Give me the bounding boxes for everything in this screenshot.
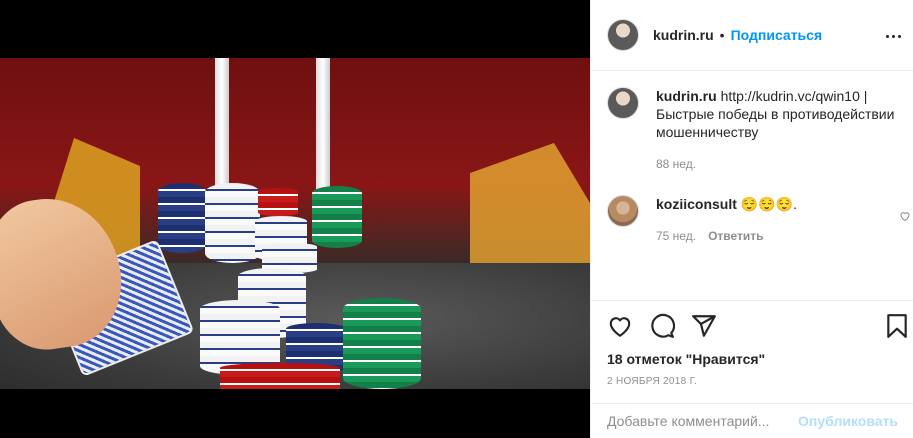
comment-text: 😌😌😌.	[740, 196, 797, 212]
post-date[interactable]: 2 НОЯБРЯ 2018 Г.	[607, 376, 898, 387]
more-options-icon[interactable]	[881, 24, 905, 48]
likes-count[interactable]: 18 отметок "Нравится"	[607, 351, 898, 367]
comment-item: koziiconsult 😌😌😌. 75 нед. Ответить	[607, 195, 897, 245]
post-header: kudrin.ru • Подписаться	[591, 0, 913, 71]
photo-chip-stack	[158, 183, 206, 253]
photo-chip-stack	[312, 186, 362, 248]
photo-chip-stack	[220, 363, 340, 389]
comments-section: kudrin.ru http://kudrin.vc/qwin10 | Быст…	[591, 71, 913, 300]
comment-input[interactable]	[607, 413, 799, 429]
caption-username[interactable]: kudrin.ru	[656, 88, 717, 104]
post-media[interactable]	[0, 0, 590, 438]
add-comment-bar: Опубликовать	[591, 403, 913, 438]
author-username[interactable]: kudrin.ru	[653, 27, 714, 43]
publish-button[interactable]: Опубликовать	[798, 413, 898, 429]
photo-chip-stack	[205, 183, 260, 263]
share-icon[interactable]	[691, 313, 717, 339]
comment-icon[interactable]	[649, 313, 675, 339]
comment-like-heart-icon[interactable]	[899, 210, 911, 222]
photo-chip-stack	[343, 298, 421, 389]
post-sidebar: kudrin.ru • Подписаться kudrin.ru http:/…	[590, 0, 913, 438]
separator-dot: •	[719, 27, 725, 43]
author-avatar[interactable]	[607, 19, 639, 51]
post-actions: 18 отметок "Нравится" 2 НОЯБРЯ 2018 Г.	[591, 300, 913, 387]
comment-username[interactable]: koziiconsult	[656, 196, 737, 212]
commenter-avatar[interactable]	[607, 195, 639, 227]
heart-icon[interactable]	[607, 313, 633, 339]
caption-avatar[interactable]	[607, 87, 639, 119]
post-photo[interactable]	[0, 58, 590, 389]
instagram-post: kudrin.ru • Подписаться kudrin.ru http:/…	[0, 0, 913, 438]
caption-age[interactable]: 88 нед.	[656, 155, 696, 173]
reply-button[interactable]: Ответить	[708, 227, 763, 245]
bookmark-icon[interactable]	[884, 313, 910, 339]
caption: kudrin.ru http://kudrin.vc/qwin10 | Быст…	[607, 87, 897, 173]
photo-chip-stack	[258, 188, 298, 216]
comment-age[interactable]: 75 нед.	[656, 227, 696, 245]
follow-button[interactable]: Подписаться	[731, 27, 823, 43]
